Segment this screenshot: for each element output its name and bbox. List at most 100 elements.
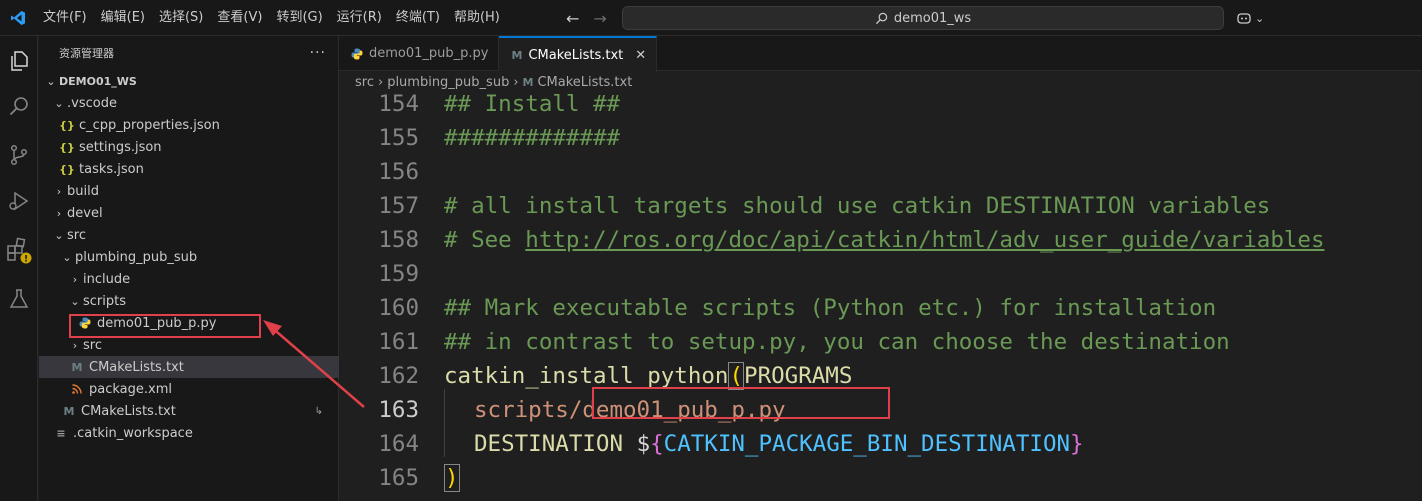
tree-item-label: include <box>83 271 131 287</box>
tree-item-label: .vscode <box>67 95 117 111</box>
code-text: # See http://ros.org/doc/api/catkin/html… <box>444 227 1325 253</box>
menu-go[interactable]: 转到(G) <box>269 0 329 36</box>
code-line: 159 <box>339 257 1422 291</box>
tree-item-label: scripts <box>83 293 126 309</box>
source-control-icon[interactable] <box>4 140 34 170</box>
menu-run[interactable]: 运行(R) <box>330 0 389 36</box>
line-number: 161 <box>378 329 419 355</box>
python-file-icon <box>351 48 363 60</box>
tree-item-src[interactable]: ⌄ src <box>39 224 339 246</box>
breadcrumb-item[interactable]: CMakeLists.txt <box>537 75 632 90</box>
tree-item-package-xml[interactable]: package.xml <box>39 378 339 400</box>
chevron-down-icon: ⌄ <box>62 250 72 264</box>
testing-flask-icon[interactable] <box>4 284 34 314</box>
tree-item-label: src <box>67 227 86 243</box>
file-lines-icon: ≡ <box>56 426 66 440</box>
tree-item-cmakelists-pkg[interactable]: M CMakeLists.txt <box>39 356 339 378</box>
tree-item-label: plumbing_pub_sub <box>75 249 198 265</box>
code-text: DESTINATION ${CATKIN_PACKAGE_BIN_DESTINA… <box>474 431 1084 457</box>
search-view-icon[interactable] <box>4 92 34 122</box>
open-paren: ( <box>728 362 745 390</box>
tree-item-build[interactable]: › build <box>39 180 339 202</box>
search-label: demo01_ws <box>893 10 972 26</box>
tree-item-cmakelists-root[interactable]: M CMakeLists.txt ↳ <box>39 400 339 422</box>
explorer-icon[interactable] <box>4 46 34 76</box>
chevron-down-icon: ⌄ <box>1255 11 1265 25</box>
tab-label: CMakeLists.txt <box>528 47 624 63</box>
line-number: 162 <box>378 363 419 389</box>
rss-xml-file-icon <box>69 381 85 397</box>
tab-demo01-pub-p[interactable]: demo01_pub_p.py <box>339 36 500 71</box>
more-actions-icon[interactable]: ··· <box>310 45 326 61</box>
breadcrumb-item[interactable]: src <box>355 75 374 90</box>
search-icon <box>875 12 888 24</box>
code-line: 155 ############# <box>339 121 1422 155</box>
url-link[interactable]: http://ros.org/doc/api/catkin/html/adv_u… <box>525 227 1324 253</box>
tab-cmakelists[interactable]: M CMakeLists.txt ✕ <box>499 36 658 72</box>
line-number: 163 <box>378 397 419 423</box>
code-text: ## Install ## <box>444 93 621 117</box>
chevron-right-icon: › <box>56 206 62 220</box>
highlight-box-code <box>592 387 890 419</box>
code-text: catkin_install_python(PROGRAMS <box>444 362 852 390</box>
tree-item-vscode[interactable]: ⌄ .vscode <box>39 92 339 114</box>
tree-item-tasks[interactable]: {} tasks.json <box>39 158 339 180</box>
tree-item-devel[interactable]: › devel <box>39 202 339 224</box>
comment-prefix: # See <box>444 227 526 253</box>
code-editor[interactable]: 154 ## Install ## 155 ############# 156 … <box>339 93 1422 501</box>
chevron-right-icon: › <box>72 272 78 286</box>
breadcrumb-item[interactable]: plumbing_pub_sub <box>387 75 509 90</box>
menu-view[interactable]: 查看(V) <box>210 0 269 36</box>
workspace-root[interactable]: ⌄ DEMO01_WS <box>39 70 339 92</box>
tree-item-plumbing-pub-sub[interactable]: ⌄ plumbing_pub_sub <box>39 246 339 268</box>
tree-item-label: CMakeLists.txt <box>81 403 176 419</box>
forward-arrow-icon[interactable]: → <box>593 9 606 28</box>
line-number: 160 <box>378 295 419 321</box>
tree-item-settings[interactable]: {} settings.json <box>39 136 339 158</box>
tree-item-label: CMakeLists.txt <box>89 359 184 375</box>
code-line: 154 ## Install ## <box>339 93 1422 121</box>
highlight-box-tree <box>69 314 261 338</box>
copilot-button[interactable]: ⌄ <box>1236 8 1264 28</box>
menu-terminal[interactable]: 终端(T) <box>389 0 447 36</box>
code-text: ## Mark executable scripts (Python etc.)… <box>444 295 1217 321</box>
menu-help[interactable]: 帮助(H) <box>447 0 507 36</box>
menu-edit[interactable]: 编辑(E) <box>94 0 152 36</box>
command-center-search[interactable]: demo01_ws <box>622 6 1224 30</box>
chevron-right-icon: › <box>377 74 384 90</box>
code-line: 156 <box>339 155 1422 189</box>
cmake-file-icon: M <box>71 360 83 374</box>
tree-item-c-cpp-properties[interactable]: {} c_cpp_properties.json <box>39 114 339 136</box>
script-path: scripts/ <box>474 397 583 423</box>
close-icon[interactable]: ✕ <box>635 48 646 63</box>
editor-area: demo01_pub_p.py M CMakeLists.txt ✕ src ›… <box>339 36 1422 501</box>
line-number: 165 <box>378 465 419 491</box>
code-text: # all install targets should use catkin … <box>444 193 1271 219</box>
tree-item-label: c_cpp_properties.json <box>79 117 220 133</box>
code-text: ## in contrast to setup.py, you can choo… <box>444 329 1230 355</box>
menu-file[interactable]: 文件(F) <box>36 0 94 36</box>
cmake-file-icon: M <box>63 404 75 418</box>
tree-item-scripts[interactable]: ⌄ scripts <box>39 290 339 312</box>
chevron-down-icon: ⌄ <box>54 96 64 110</box>
function-name: catkin_install_python <box>444 363 729 389</box>
code-text: ############# <box>444 125 621 151</box>
line-number: 155 <box>378 125 419 151</box>
back-arrow-icon[interactable]: ← <box>566 9 579 28</box>
line-number: 158 <box>378 227 419 253</box>
menu-selection[interactable]: 选择(S) <box>152 0 210 36</box>
tree-item-catkin-workspace[interactable]: ≡ .catkin_workspace <box>39 422 339 444</box>
tree-item-label: .catkin_workspace <box>73 425 193 441</box>
breadcrumb: src › plumbing_pub_sub › M CMakeLists.tx… <box>339 71 1422 93</box>
tree-item-label: devel <box>67 205 103 221</box>
tree-item-label: package.xml <box>89 381 172 397</box>
navigation-arrows: ← → <box>566 0 607 36</box>
code-line: 161 ## in contrast to setup.py, you can … <box>339 325 1422 359</box>
run-debug-icon[interactable] <box>4 186 34 216</box>
extensions-icon[interactable]: ! <box>4 236 34 266</box>
chevron-right-icon: › <box>72 338 78 352</box>
code-line: 158 # See http://ros.org/doc/api/catkin/… <box>339 223 1422 257</box>
editor-tabs: demo01_pub_p.py M CMakeLists.txt ✕ <box>339 36 1422 72</box>
explorer-title: 资源管理器 <box>59 47 114 60</box>
tree-item-include[interactable]: › include <box>39 268 339 290</box>
